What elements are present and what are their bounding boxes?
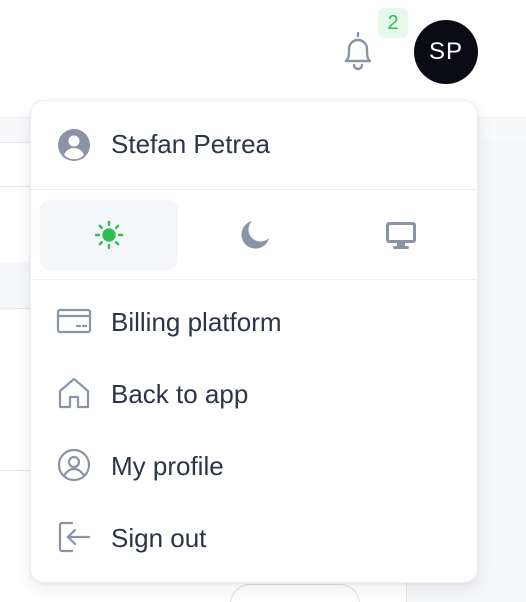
- home-icon: [58, 377, 90, 409]
- menu-item-label: Back to app: [111, 379, 249, 409]
- credit-card-icon: [56, 308, 92, 334]
- notifications-button[interactable]: [338, 30, 378, 74]
- background-divider: [0, 308, 30, 309]
- theme-dark-button[interactable]: [186, 200, 324, 270]
- menu-item-billing-platform[interactable]: Billing platform: [31, 289, 477, 353]
- menu-item-sign-out[interactable]: Sign out: [31, 505, 477, 569]
- theme-system-button[interactable]: [332, 200, 470, 270]
- background-pill: [230, 584, 360, 602]
- user-info-row: Stefan Petrea: [31, 101, 477, 190]
- user-name: Stefan Petrea: [111, 129, 270, 159]
- theme-light-button[interactable]: [40, 200, 178, 270]
- user-dropdown-menu: Stefan Petrea Billing platform Back to a…: [30, 100, 478, 583]
- page: 2 SP Stefan Petrea Billing platform Back…: [0, 0, 526, 602]
- avatar[interactable]: SP: [414, 20, 478, 84]
- background-row: [0, 262, 30, 308]
- monitor-icon: [386, 222, 416, 249]
- user-circle-icon: [57, 448, 91, 482]
- moon-icon: [241, 221, 269, 249]
- menu-item-back-to-app[interactable]: Back to app: [31, 361, 477, 425]
- sun-icon: [94, 220, 124, 250]
- bell-icon: [344, 31, 372, 71]
- sign-out-icon: [58, 521, 91, 553]
- theme-switcher: [31, 190, 477, 280]
- menu-item-my-profile[interactable]: My profile: [31, 433, 477, 497]
- menu-item-label: My profile: [111, 451, 224, 481]
- notification-count-badge: 2: [378, 8, 408, 38]
- menu-item-label: Billing platform: [111, 307, 282, 337]
- background-divider: [0, 470, 30, 471]
- user-avatar-icon: [58, 129, 90, 161]
- background-divider: [0, 186, 30, 187]
- menu-item-label: Sign out: [111, 523, 207, 553]
